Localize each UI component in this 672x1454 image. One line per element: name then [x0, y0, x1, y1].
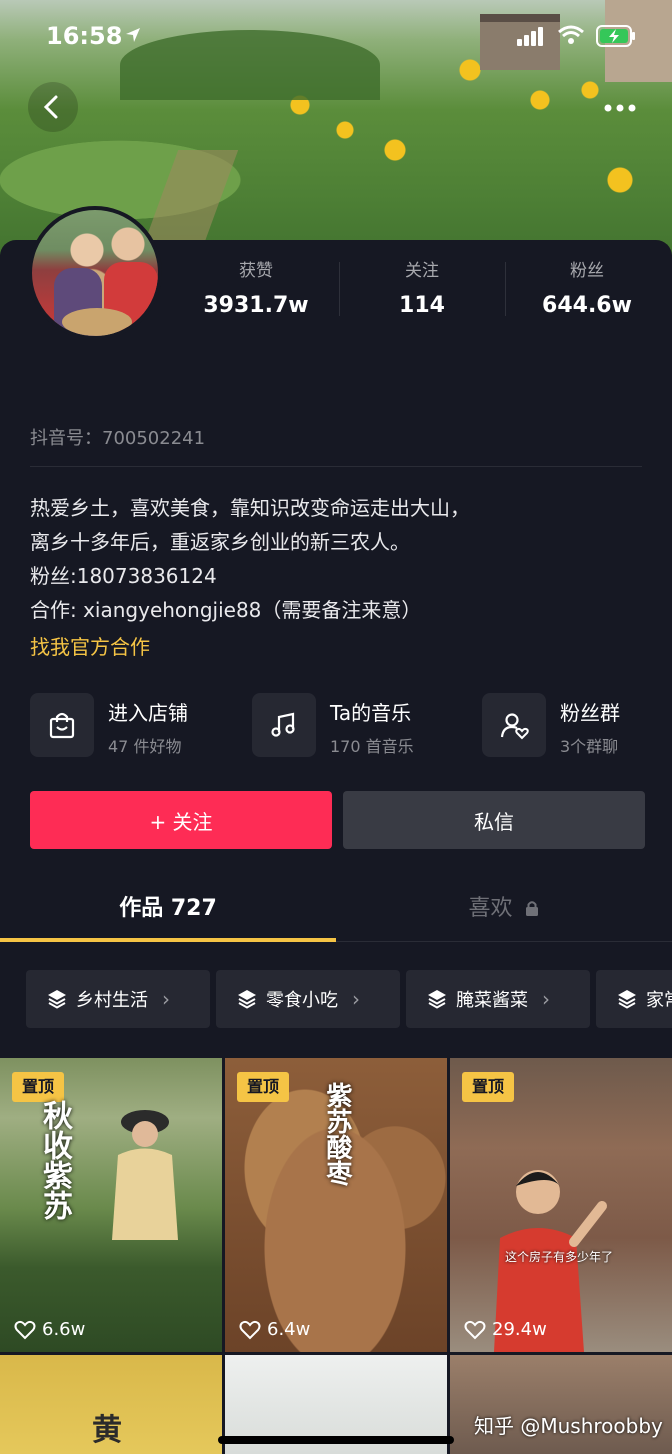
video-thumbnail[interactable]: 置顶 6.6w — [0, 1058, 222, 1352]
tab-indicator — [0, 938, 336, 942]
stat-fans[interactable]: 粉丝 644.6w — [522, 256, 652, 318]
heart-icon — [239, 1320, 261, 1339]
collection-label: 家常 — [646, 990, 672, 1011]
status-time: 16:58 — [46, 22, 123, 50]
like-count: 6.4w — [239, 1319, 310, 1340]
layers-icon — [618, 990, 636, 1009]
bio-line: 粉丝:18073836124 — [30, 564, 217, 588]
video-title: 秋收紫苏 — [37, 1100, 72, 1220]
chevron-right-icon: › — [352, 987, 360, 1011]
pinned-badge: 置顶 — [12, 1072, 65, 1102]
stat-value: 114 — [399, 293, 445, 318]
avatar[interactable] — [28, 206, 162, 340]
stat-value: 3931.7w — [203, 293, 309, 318]
tab-works[interactable]: 作品 727 — [0, 890, 336, 922]
bio: 热爱乡土，喜欢美食，靠知识改变命运走出大山， 离乡十多年后，重返家乡创业的新三农… — [30, 491, 650, 627]
more-dots-icon — [604, 104, 636, 112]
chevron-right-icon: › — [542, 987, 550, 1011]
shop-entry-icon-box — [30, 693, 94, 757]
heart-icon — [464, 1320, 486, 1339]
watermark: 知乎 @Mushroobby — [474, 1414, 663, 1438]
like-count-value: 6.4w — [267, 1319, 311, 1340]
bio-line: 热爱乡土，喜欢美食，靠知识改变命运走出大山， — [30, 496, 470, 520]
stat-label: 粉丝 — [570, 261, 604, 281]
stat-value: 644.6w — [542, 293, 632, 318]
like-count-value: 29.4w — [492, 1319, 547, 1340]
entry-subtitle: 170 首音乐 — [330, 737, 414, 756]
layers-icon — [48, 990, 66, 1009]
like-count: 29.4w — [464, 1319, 547, 1340]
stat-label: 获赞 — [239, 261, 273, 281]
entry-title: 进入店铺 — [108, 701, 188, 725]
music-entry-icon-box — [252, 693, 316, 757]
wifi-icon — [558, 25, 584, 44]
music-entry[interactable]: Ta的音乐 170 首音乐 — [252, 693, 452, 759]
back-button[interactable] — [28, 82, 78, 132]
video-thumbnail[interactable] — [450, 1355, 672, 1454]
collection-chip[interactable]: 腌菜酱菜 › — [406, 970, 590, 1028]
collection-label: 腌菜酱菜 — [456, 990, 528, 1011]
stat-label: 关注 — [405, 261, 439, 281]
bio-line: 离乡十多年后，重返家乡创业的新三农人。 — [30, 530, 410, 554]
collection-label: 乡村生活 — [76, 990, 148, 1011]
music-note-icon — [271, 712, 295, 737]
entry-title: Ta的音乐 — [330, 701, 412, 725]
entry-subtitle: 3个群聊 — [560, 737, 619, 756]
follow-button[interactable]: + 关注 — [30, 791, 332, 849]
collection-chip[interactable]: 零食小吃 › — [216, 970, 400, 1028]
divider — [30, 466, 642, 467]
pinned-badge: 置顶 — [462, 1072, 515, 1102]
like-count: 6.6w — [14, 1319, 85, 1340]
collection-chip[interactable]: 家常 — [596, 970, 672, 1028]
layers-icon — [238, 990, 256, 1009]
location-arrow-icon — [126, 28, 140, 42]
heart-icon — [14, 1320, 36, 1339]
person-figure — [112, 1110, 178, 1240]
home-indicator — [218, 1436, 454, 1444]
fan-group-entry-icon-box — [482, 693, 546, 757]
douyin-id: 抖音号：700502241 — [30, 428, 206, 449]
video-title: 紫苏酸枣 — [322, 1082, 352, 1186]
bag-icon — [49, 712, 75, 739]
entry-subtitle: 47 件好物 — [108, 737, 182, 756]
video-title: 黄 — [92, 1413, 122, 1448]
shop-entry[interactable]: 进入店铺 47 件好物 — [30, 693, 230, 759]
stat-following[interactable]: 关注 114 — [357, 256, 487, 318]
status-bar: 16:58 — [0, 0, 672, 70]
pinned-badge: 置顶 — [237, 1072, 290, 1102]
tab-likes[interactable]: 喜欢 — [336, 890, 672, 922]
more-options-button[interactable] — [595, 88, 645, 128]
layers-icon — [428, 990, 446, 1009]
stat-likes[interactable]: 获赞 3931.7w — [191, 256, 321, 318]
battery-charging-icon — [596, 25, 635, 47]
chevron-left-icon — [43, 95, 58, 119]
tab-likes-label: 喜欢 — [468, 896, 513, 921]
group-icon — [500, 713, 529, 740]
fan-group-entry[interactable]: 粉丝群 3个群聊 — [482, 693, 662, 759]
video-thumbnail[interactable]: 置顶 29.4w — [450, 1058, 672, 1352]
message-button[interactable]: 私信 — [343, 791, 645, 849]
like-count-value: 6.6w — [42, 1319, 86, 1340]
bio-line: 合作: xiangyehongjie88（需要备注来意） — [30, 598, 422, 622]
cellular-signal-icon — [517, 27, 543, 46]
collection-label: 零食小吃 — [266, 990, 338, 1011]
tab-works-label: 作品 727 — [119, 896, 217, 921]
cooperation-link[interactable]: 找我官方合作 — [30, 631, 150, 660]
collection-chip[interactable]: 乡村生活 › — [26, 970, 210, 1028]
entry-title: 粉丝群 — [560, 701, 620, 725]
stat-divider — [505, 262, 506, 316]
lock-icon — [525, 901, 538, 916]
chevron-right-icon: › — [162, 987, 170, 1011]
stat-divider — [339, 262, 340, 316]
video-caption: 这个房子有多少年了 — [505, 1250, 614, 1264]
